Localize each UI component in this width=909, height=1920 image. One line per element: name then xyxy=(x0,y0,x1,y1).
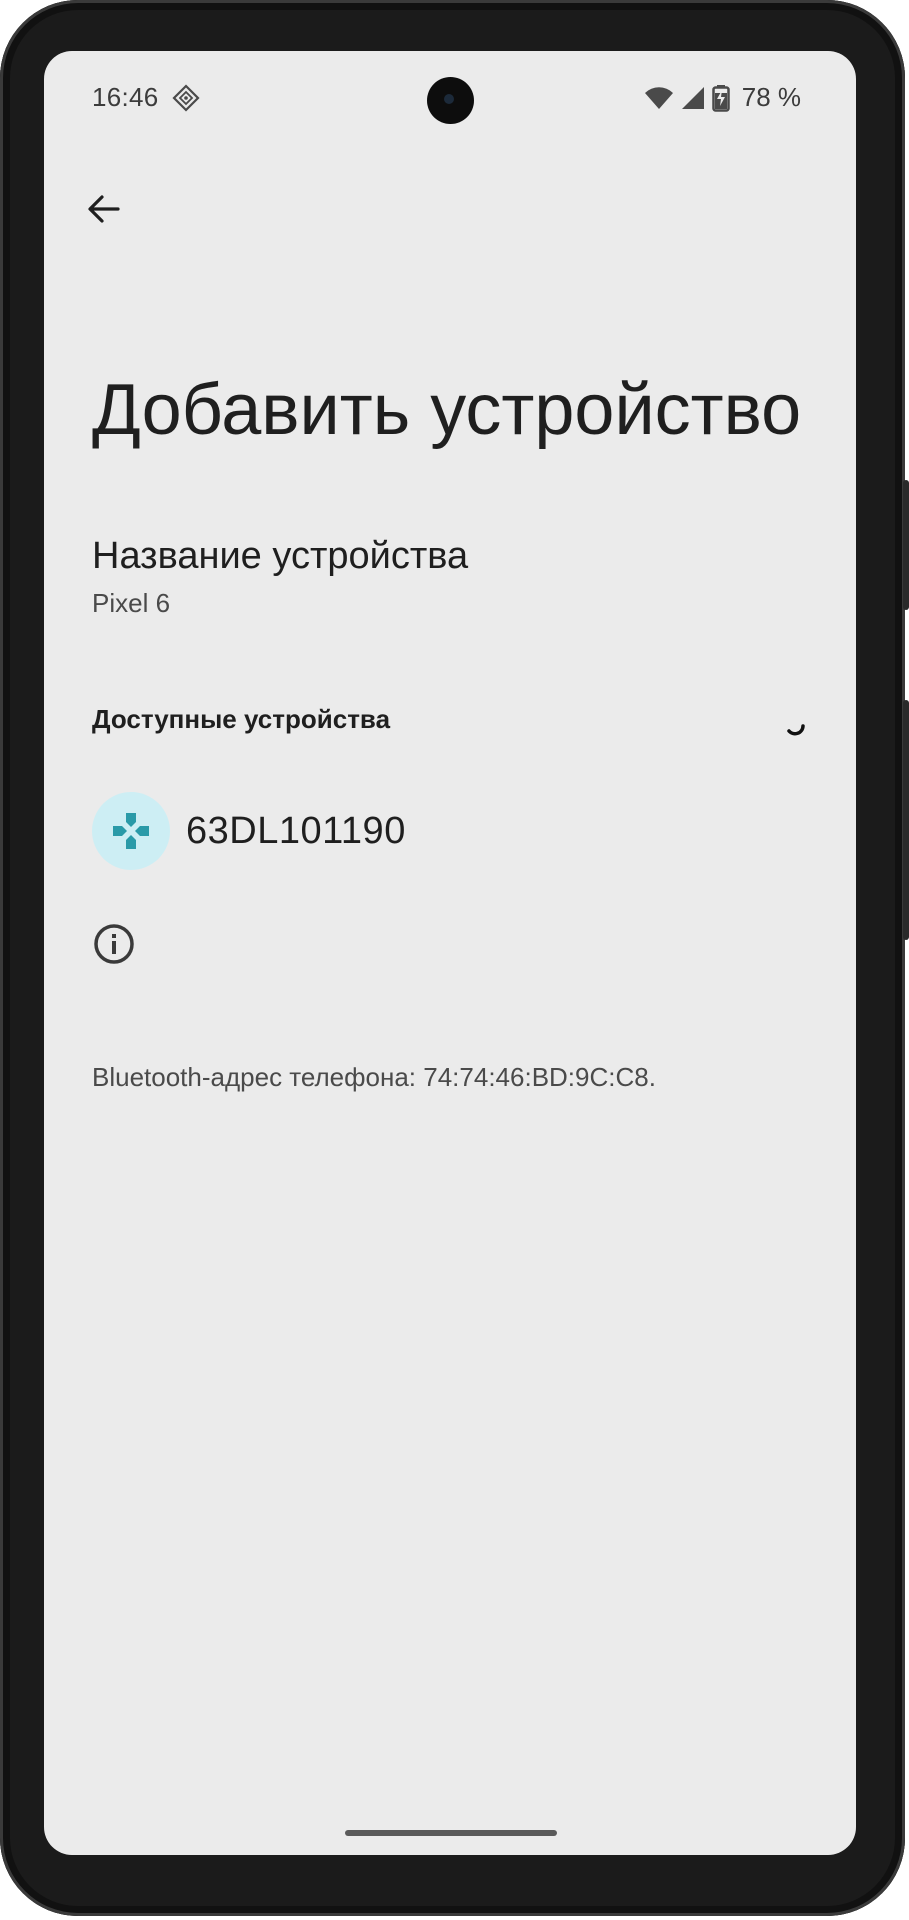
device-list-item-label: 63DL101190 xyxy=(186,809,406,852)
device-icon-container xyxy=(92,792,170,870)
status-time: 16:46 xyxy=(92,82,159,112)
volume-button xyxy=(903,700,909,940)
device-name-title: Название устройства xyxy=(92,535,469,577)
device-list-item[interactable]: 63DL101190 xyxy=(92,791,808,871)
cellular-signal-icon xyxy=(681,86,704,109)
available-devices-header: Доступные устройства xyxy=(92,704,391,734)
bluetooth-address-text: Bluetooth-адрес телефона: 74:74:46:BD:9C… xyxy=(92,1062,656,1092)
battery-charging-icon xyxy=(711,84,730,112)
device-name-value: Pixel 6 xyxy=(92,588,171,618)
device-name-setting[interactable]: Название устройства Pixel 6 xyxy=(92,535,792,619)
phone-frame: 16:46 78 % Добавить устройство Название … xyxy=(0,0,909,1916)
status-icons: 78 % xyxy=(644,82,801,113)
page-title: Добавить устройство xyxy=(92,370,802,450)
wifi-icon xyxy=(644,86,673,109)
loading-spinner-icon xyxy=(787,724,805,736)
battery-percent: 78 % xyxy=(741,82,801,112)
status-bar: 16:46 78 % xyxy=(44,51,856,151)
arrow-back-icon xyxy=(88,195,120,223)
info-icon xyxy=(94,924,134,964)
screen: 16:46 78 % Добавить устройство Название … xyxy=(44,51,856,1855)
gamepad-icon xyxy=(113,813,149,849)
back-button[interactable] xyxy=(74,179,134,239)
power-button xyxy=(903,480,909,610)
home-indicator[interactable] xyxy=(345,1830,557,1836)
nfc-icon xyxy=(172,84,200,112)
front-camera xyxy=(427,77,474,124)
